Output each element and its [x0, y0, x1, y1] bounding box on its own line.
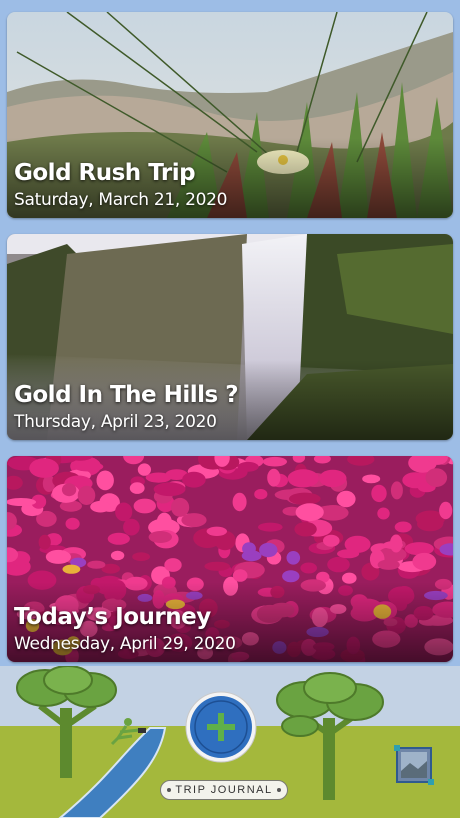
flower-blossom — [204, 561, 230, 571]
flower-blossom — [242, 542, 256, 556]
flower-blossom — [182, 471, 206, 488]
trip-title: Gold Rush Trip — [14, 160, 196, 186]
flower-blossom — [148, 531, 172, 543]
trip-title: Today’s Journey — [14, 604, 211, 630]
flower-blossom — [336, 490, 356, 508]
flower-blossom — [77, 485, 96, 505]
trip-title: Gold In The Hills ? — [14, 382, 239, 408]
flower-blossom — [115, 502, 133, 522]
flower-blossom — [38, 534, 51, 550]
flower-blossom — [425, 468, 448, 487]
flower-blossom — [232, 569, 248, 582]
flower-blossom — [206, 526, 227, 536]
flower-blossom — [258, 522, 283, 532]
flower-blossom — [439, 501, 453, 520]
flower-blossom — [232, 492, 247, 512]
trip-date: Saturday, March 21, 2020 — [14, 190, 228, 210]
flower-blossom — [362, 474, 381, 484]
trip-card[interactable]: Today’s Journey Wednesday, April 29, 202… — [7, 456, 453, 662]
trip-date: Thursday, April 23, 2020 — [14, 412, 217, 432]
flower-blossom — [377, 559, 400, 570]
flower-blossom — [404, 542, 434, 556]
flower-blossom — [390, 481, 403, 500]
flower-blossom — [61, 483, 77, 497]
flower-blossom — [133, 498, 156, 514]
trip-date: Wednesday, April 29, 2020 — [14, 634, 236, 654]
add-trip-button[interactable] — [185, 691, 257, 763]
flower-blossom — [123, 518, 140, 536]
flower-blossom — [327, 556, 350, 573]
flower-blossom — [153, 482, 186, 497]
flower-blossom — [412, 552, 437, 571]
flower-blossom — [145, 472, 172, 483]
flower-blossom — [96, 470, 114, 491]
flower-blossom — [323, 534, 340, 547]
photo-button[interactable] — [394, 745, 434, 785]
flower-blossom — [110, 550, 125, 561]
flower-blossom — [287, 469, 319, 488]
flower-blossom — [45, 549, 71, 564]
flower-blossom — [137, 463, 151, 476]
flower-blossom — [132, 552, 150, 562]
flower-blossom — [171, 497, 190, 517]
flower-blossom — [289, 492, 321, 505]
flower-blossom — [282, 570, 300, 583]
flower-blossom — [295, 503, 324, 522]
flower-blossom — [65, 517, 80, 530]
flower-blossom — [417, 516, 443, 532]
flower-blossom — [164, 558, 182, 572]
flower-blossom — [254, 489, 268, 500]
trip-card[interactable]: Gold Rush Trip Saturday, March 21, 2020 — [7, 12, 453, 218]
flower-blossom — [7, 498, 37, 506]
flower-blossom — [62, 564, 81, 574]
flower-blossom — [383, 541, 403, 550]
flower-blossom — [300, 562, 318, 574]
flower-blossom — [29, 458, 59, 478]
flower-blossom — [377, 507, 390, 520]
flower-blossom — [294, 521, 317, 537]
trip-card[interactable]: Gold In The Hills ? Thursday, April 23, … — [7, 234, 453, 440]
flower-blossom — [90, 500, 111, 513]
photo-icon — [394, 745, 434, 785]
flower-blossom — [371, 484, 387, 503]
flower-blossom — [73, 461, 104, 472]
flower-blossom — [337, 549, 360, 559]
trip-journal-label: TRIP JOURNAL — [160, 780, 288, 800]
flower-blossom — [259, 542, 278, 558]
flower-blossom — [319, 469, 347, 488]
flower-blossom — [262, 456, 287, 467]
flower-blossom — [181, 513, 207, 528]
flower-blossom — [87, 560, 106, 569]
flower-blossom — [107, 532, 130, 545]
flower-blossom — [286, 551, 301, 565]
flower-blossom — [267, 468, 281, 487]
flower-blossom — [129, 482, 145, 494]
flower-blossom — [237, 461, 259, 472]
flower-blossom — [394, 521, 412, 533]
